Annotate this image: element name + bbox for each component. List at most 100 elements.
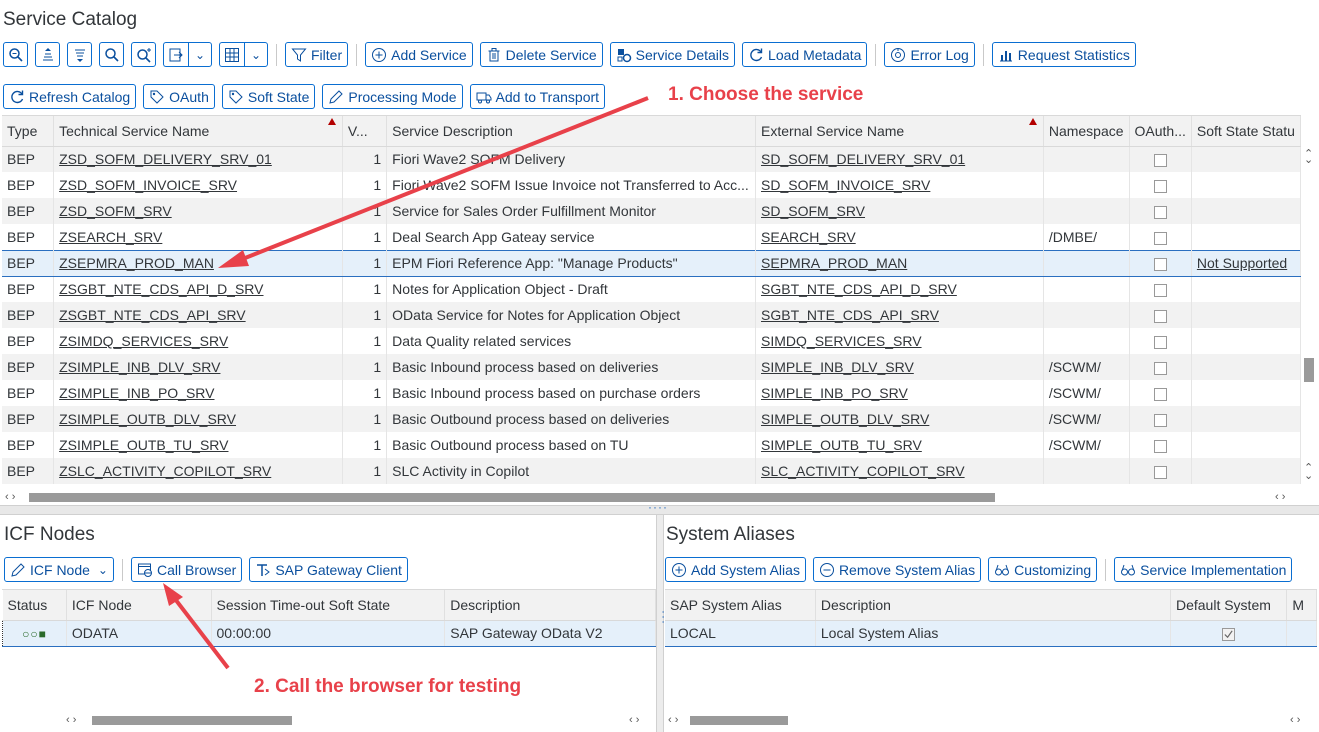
- layout-button[interactable]: [219, 42, 244, 67]
- technical-service-name-link[interactable]: ZSEPMRA_PROD_MAN: [59, 255, 214, 271]
- external-service-name-cell[interactable]: SD_SOFM_DELIVERY_SRV_01: [755, 146, 1044, 172]
- technical-service-name-link[interactable]: ZSGBT_NTE_CDS_API_D_SRV: [59, 281, 263, 297]
- table-row[interactable]: BEP ZSIMPLE_OUTB_TU_SRV 1 Basic Outbound pr…: [2, 432, 1301, 458]
- oauth-checkbox[interactable]: [1153, 465, 1167, 479]
- column-header-description[interactable]: Description: [444, 590, 656, 621]
- scroll-down-icon[interactable]: ⌄: [1304, 155, 1313, 166]
- table-row[interactable]: BEP ZSGBT_NTE_CDS_API_SRV 1 OData Service f…: [2, 302, 1301, 328]
- external-service-name-link[interactable]: SIMDQ_SERVICES_SRV: [761, 333, 922, 349]
- external-service-name-link[interactable]: SEARCH_SRV: [761, 229, 856, 245]
- oauth-checkbox[interactable]: [1153, 309, 1167, 323]
- column-header-description[interactable]: Description: [815, 590, 1171, 621]
- catalog-vertical-scrollbar[interactable]: ⌃ ⌄ ⌃ ⌄: [1301, 145, 1317, 490]
- external-service-name-cell[interactable]: SIMPLE_INB_DLV_SRV: [755, 354, 1044, 380]
- technical-service-name-link[interactable]: ZSD_SOFM_SRV: [59, 203, 172, 219]
- zoom-button[interactable]: [3, 42, 28, 67]
- column-header-type[interactable]: Type: [2, 116, 55, 147]
- add-to-transport-button[interactable]: Add to Transport: [469, 84, 606, 109]
- table-row[interactable]: BEP ZSD_SOFM_SRV 1 Service for Sales Order …: [2, 198, 1301, 224]
- external-service-name-link[interactable]: SGBT_NTE_CDS_API_SRV: [761, 307, 939, 323]
- add-system-alias-button[interactable]: Add System Alias: [665, 557, 806, 582]
- technical-service-name-link[interactable]: ZSIMDQ_SERVICES_SRV: [59, 333, 228, 349]
- technical-service-name-cell[interactable]: ZSEARCH_SRV: [53, 224, 343, 250]
- external-service-name-link[interactable]: SIMPLE_INB_PO_SRV: [761, 385, 908, 401]
- external-service-name-link[interactable]: SLC_ACTIVITY_COPILOT_SRV: [761, 463, 965, 479]
- external-service-name-cell[interactable]: SIMPLE_OUTB_TU_SRV: [755, 432, 1044, 458]
- external-service-name-cell[interactable]: SIMPLE_INB_PO_SRV: [755, 380, 1044, 406]
- oauth-checkbox[interactable]: [1153, 179, 1167, 193]
- technical-service-name-cell[interactable]: ZSIMPLE_INB_PO_SRV: [53, 380, 343, 406]
- layout-dropdown-button[interactable]: ⌄: [244, 42, 268, 67]
- oauth-checkbox[interactable]: [1153, 361, 1167, 375]
- find-next-button[interactable]: [131, 42, 156, 67]
- oauth-button[interactable]: OAuth: [143, 84, 215, 109]
- technical-service-name-cell[interactable]: ZSLC_ACTIVITY_COPILOT_SRV: [53, 458, 343, 484]
- technical-service-name-cell[interactable]: ZSD_SOFM_DELIVERY_SRV_01: [53, 146, 343, 172]
- column-header-version[interactable]: V...: [342, 116, 388, 147]
- scroll-left-right-icon[interactable]: ‹ ›: [1290, 715, 1300, 726]
- column-header-session-timeout[interactable]: Session Time-out Soft State: [211, 590, 446, 621]
- horizontal-splitter[interactable]: ····: [0, 500, 1319, 515]
- aliases-horizontal-scrollbar[interactable]: ‹ › ‹ ›: [665, 713, 1317, 727]
- table-row[interactable]: ○○■ ODATA 00:00:00 SAP Gateway OData V2: [2, 619, 656, 647]
- scroll-left-right-icon[interactable]: ‹ ›: [668, 715, 678, 726]
- technical-service-name-link[interactable]: ZSLC_ACTIVITY_COPILOT_SRV: [59, 463, 271, 479]
- column-header-status[interactable]: Status: [2, 590, 67, 621]
- oauth-checkbox[interactable]: [1153, 439, 1167, 453]
- column-header-technical-service-name[interactable]: Technical Service Name: [53, 116, 343, 147]
- table-row[interactable]: BEP ZSD_SOFM_INVOICE_SRV 1 Fiori Wave2 SOFM…: [2, 172, 1301, 198]
- sap-gateway-client-button[interactable]: SAP Gateway Client: [249, 557, 408, 582]
- request-statistics-button[interactable]: Request Statistics: [991, 42, 1136, 67]
- external-service-name-cell[interactable]: SEPMRA_PROD_MAN: [755, 249, 1044, 277]
- column-header-default-system[interactable]: Default System: [1170, 590, 1288, 621]
- scrollbar-thumb[interactable]: [1304, 358, 1314, 382]
- external-service-name-link[interactable]: SIMPLE_OUTB_TU_SRV: [761, 437, 922, 453]
- table-row[interactable]: LOCAL Local System Alias: [665, 619, 1317, 647]
- table-row[interactable]: BEP ZSEARCH_SRV 1 Deal Search App Gateay se…: [2, 224, 1301, 250]
- sort-ascending-button[interactable]: [35, 42, 60, 67]
- table-row[interactable]: BEP ZSIMPLE_OUTB_DLV_SRV 1 Basic Outbound p…: [2, 406, 1301, 432]
- oauth-checkbox[interactable]: [1153, 284, 1167, 298]
- column-header-sap-system-alias[interactable]: SAP System Alias: [665, 590, 816, 621]
- technical-service-name-cell[interactable]: ZSIMDQ_SERVICES_SRV: [53, 328, 343, 354]
- external-service-name-link[interactable]: SEPMRA_PROD_MAN: [761, 255, 907, 271]
- technical-service-name-cell[interactable]: ZSD_SOFM_SRV: [53, 198, 343, 224]
- technical-service-name-link[interactable]: ZSIMPLE_OUTB_TU_SRV: [59, 437, 228, 453]
- external-service-name-link[interactable]: SIMPLE_OUTB_DLV_SRV: [761, 411, 929, 427]
- service-implementation-button[interactable]: Service Implementation: [1114, 557, 1293, 582]
- vertical-splitter[interactable]: ···: [656, 515, 671, 732]
- technical-service-name-link[interactable]: ZSD_SOFM_INVOICE_SRV: [59, 177, 237, 193]
- export-dropdown-button[interactable]: ⌄: [188, 42, 212, 67]
- processing-mode-button[interactable]: Processing Mode: [322, 84, 463, 109]
- external-service-name-cell[interactable]: SLC_ACTIVITY_COPILOT_SRV: [755, 458, 1044, 484]
- external-service-name-cell[interactable]: SGBT_NTE_CDS_API_D_SRV: [755, 276, 1044, 302]
- remove-system-alias-button[interactable]: Remove System Alias: [812, 557, 982, 582]
- external-service-name-link[interactable]: SD_SOFM_SRV: [761, 203, 865, 219]
- technical-service-name-link[interactable]: ZSIMPLE_INB_DLV_SRV: [59, 359, 220, 375]
- external-service-name-cell[interactable]: SEARCH_SRV: [755, 224, 1044, 250]
- technical-service-name-cell[interactable]: ZSIMPLE_OUTB_DLV_SRV: [53, 406, 343, 432]
- external-service-name-cell[interactable]: SIMDQ_SERVICES_SRV: [755, 328, 1044, 354]
- table-row[interactable]: BEP ZSIMDQ_SERVICES_SRV 1 Data Quality rela…: [2, 328, 1301, 354]
- table-row[interactable]: BEP ZSEPMRA_PROD_MAN 1 EPM Fiori Reference …: [2, 249, 1301, 277]
- scrollbar-thumb[interactable]: [29, 493, 995, 502]
- oauth-checkbox[interactable]: [1153, 335, 1167, 349]
- scroll-left-right-icon[interactable]: ‹ ›: [629, 715, 639, 726]
- error-log-button[interactable]: Error Log: [884, 42, 975, 67]
- technical-service-name-link[interactable]: ZSIMPLE_OUTB_DLV_SRV: [59, 411, 236, 427]
- table-row[interactable]: BEP ZSIMPLE_INB_PO_SRV 1 Basic Inbound proc…: [2, 380, 1301, 406]
- export-button[interactable]: [163, 42, 188, 67]
- icf-horizontal-scrollbar[interactable]: ‹ › ‹ ›: [2, 713, 656, 727]
- oauth-checkbox[interactable]: [1153, 231, 1167, 245]
- technical-service-name-cell[interactable]: ZSEPMRA_PROD_MAN: [53, 249, 343, 277]
- technical-service-name-link[interactable]: ZSEARCH_SRV: [59, 229, 162, 245]
- external-service-name-cell[interactable]: SD_SOFM_INVOICE_SRV: [755, 172, 1044, 198]
- soft-state-button[interactable]: Soft State: [221, 84, 316, 109]
- column-header-service-description[interactable]: Service Description: [386, 116, 757, 147]
- technical-service-name-cell[interactable]: ZSIMPLE_INB_DLV_SRV: [53, 354, 343, 380]
- filter-button[interactable]: Filter: [285, 42, 349, 67]
- scroll-left-right-icon[interactable]: ‹ ›: [1275, 492, 1285, 503]
- external-service-name-cell[interactable]: SGBT_NTE_CDS_API_SRV: [755, 302, 1044, 328]
- technical-service-name-cell[interactable]: ZSIMPLE_OUTB_TU_SRV: [53, 432, 343, 458]
- load-metadata-button[interactable]: Load Metadata: [742, 42, 868, 67]
